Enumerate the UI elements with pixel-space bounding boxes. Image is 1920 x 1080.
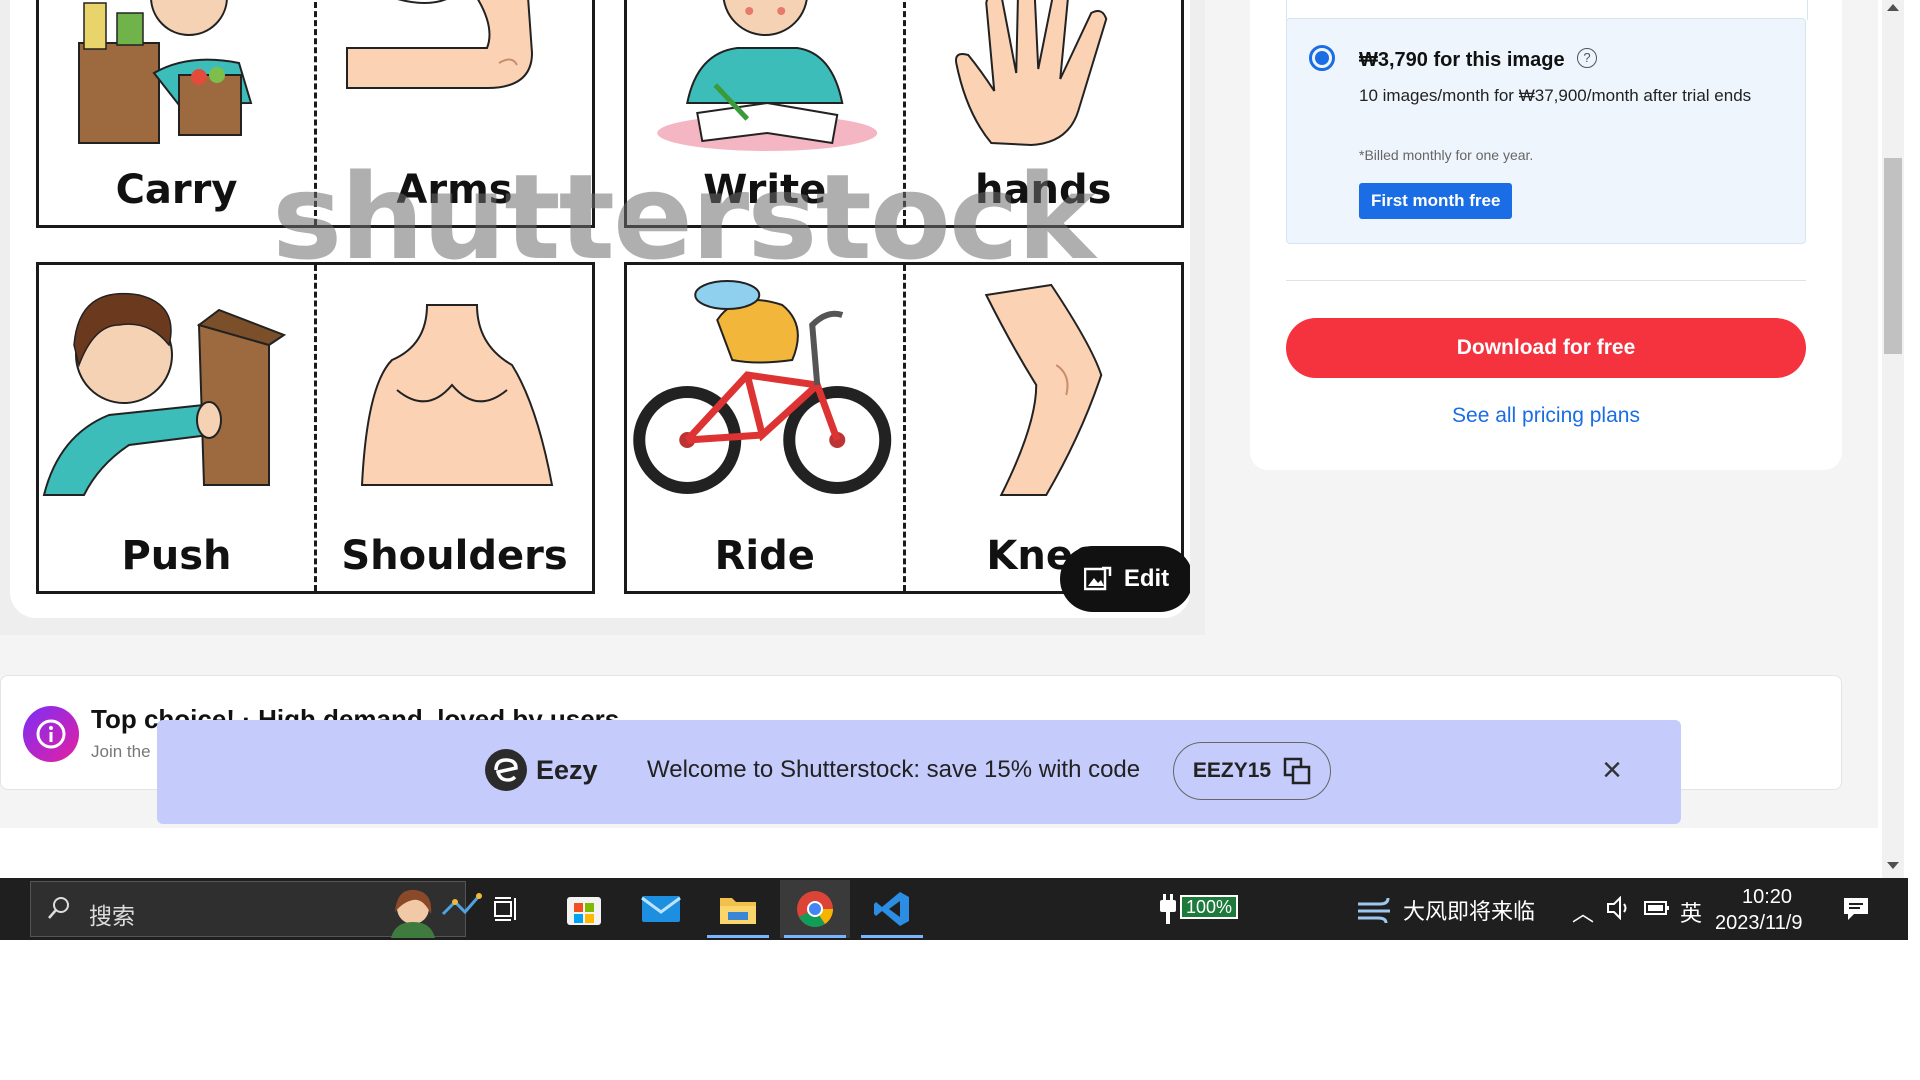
plan-radio[interactable] bbox=[1309, 45, 1335, 71]
running-indicator bbox=[784, 935, 846, 938]
folder-icon bbox=[720, 898, 756, 924]
vocab-card: Ride Knee bbox=[624, 262, 1184, 594]
first-month-free-badge[interactable]: First month free bbox=[1359, 183, 1513, 219]
download-button[interactable]: Download for free bbox=[1286, 318, 1806, 378]
scroll-thumb[interactable] bbox=[1884, 158, 1902, 354]
power-plug-icon bbox=[1160, 894, 1176, 924]
push-illustration bbox=[42, 292, 287, 496]
image-edit-icon bbox=[1083, 566, 1112, 591]
close-icon[interactable]: × bbox=[1597, 753, 1627, 787]
running-indicator bbox=[861, 935, 923, 938]
vocab-card: Push Shoulders bbox=[36, 262, 595, 594]
bicycle-illustration bbox=[633, 280, 892, 494]
task-view-button[interactable] bbox=[472, 880, 542, 938]
plan-description: 10 images/month for ₩37,900/month after … bbox=[1359, 86, 1752, 105]
carry-illustration bbox=[78, 0, 253, 144]
taskbar-file-explorer[interactable] bbox=[703, 880, 773, 938]
see-all-pricing-link[interactable]: See all pricing plans bbox=[1286, 404, 1806, 428]
running-indicator bbox=[707, 935, 769, 938]
vocab-word: hands bbox=[975, 167, 1112, 213]
vertical-scrollbar[interactable] bbox=[1882, 0, 1904, 878]
search-placeholder: 搜索 bbox=[89, 903, 135, 929]
vocab-word: Ride bbox=[714, 533, 815, 579]
image-preview: Carry Arms Write hands Push Shoulders Ri… bbox=[0, 0, 1205, 635]
notification-icon[interactable] bbox=[1842, 896, 1870, 922]
divider bbox=[1286, 280, 1806, 281]
vocab-cell: Knee bbox=[902, 265, 1182, 591]
taskbar-microsoft-store[interactable] bbox=[549, 880, 619, 938]
vocab-cell: Ride bbox=[627, 265, 903, 591]
volume-icon[interactable] bbox=[1606, 896, 1632, 920]
plan-option-single-image[interactable]: ₩3,790 for this image ? 10 images/month … bbox=[1286, 18, 1806, 244]
vocab-cell: Shoulders bbox=[314, 265, 592, 591]
chrome-icon bbox=[797, 891, 833, 927]
battery-icon[interactable] bbox=[1644, 898, 1670, 918]
write-illustration bbox=[657, 0, 878, 151]
eezy-brand: Eezy bbox=[536, 754, 598, 785]
battery-level[interactable]: 100% bbox=[1180, 895, 1238, 919]
chevron-up-icon[interactable]: ︿ bbox=[1572, 896, 1594, 928]
vocab-cell: Write bbox=[627, 0, 903, 225]
pricing-panel: ₩3,790 for this image ? 10 images/month … bbox=[1250, 0, 1842, 470]
vocab-word: Arms bbox=[396, 167, 513, 213]
top-choice-subtitle: Join the bbox=[91, 742, 151, 761]
shoulders-illustration bbox=[360, 304, 554, 486]
help-icon[interactable]: ? bbox=[1577, 48, 1597, 68]
vocab-word: Write bbox=[703, 167, 827, 213]
vocab-cell: hands bbox=[902, 0, 1182, 225]
taskbar-vscode[interactable] bbox=[857, 880, 927, 938]
taskbar-mail[interactable] bbox=[626, 880, 696, 938]
vocab-word: Carry bbox=[115, 167, 238, 213]
edit-label: Edit bbox=[1123, 565, 1170, 592]
copy-icon bbox=[1283, 757, 1311, 785]
promo-code-copy-button[interactable]: EEZY15 bbox=[1173, 742, 1331, 800]
weather-alert[interactable]: 大风即将来临 bbox=[1403, 894, 1535, 926]
scroll-up-arrow-icon[interactable] bbox=[1887, 4, 1899, 11]
taskbar-search-box[interactable]: 搜索 bbox=[30, 881, 482, 938]
eezy-logo-icon bbox=[485, 749, 527, 791]
promo-banner: Eezy Welcome to Shutterstock: save 15% w… bbox=[157, 720, 1681, 824]
promo-code: EEZY15 bbox=[1192, 759, 1272, 782]
vscode-icon bbox=[874, 892, 909, 926]
taskbar-chrome[interactable] bbox=[780, 880, 850, 938]
vocab-card: Carry Arms bbox=[36, 0, 595, 228]
vocab-word: Shoulders bbox=[341, 533, 568, 579]
task-view-icon bbox=[494, 897, 516, 921]
top-choice-icon bbox=[23, 706, 79, 762]
knee-illustration bbox=[984, 283, 1102, 496]
edit-button[interactable]: Edit bbox=[1060, 546, 1190, 612]
ime-indicator[interactable]: 英 bbox=[1680, 896, 1702, 928]
windows-taskbar: 搜索 100% 大风即将来临 ︿ 英 10:20 2023/11/9 bbox=[0, 878, 1908, 940]
plan-divider bbox=[1286, 0, 1808, 20]
promo-message: Welcome to Shutterstock: save 15% with c… bbox=[647, 756, 1141, 783]
wind-weather-icon bbox=[1358, 897, 1390, 924]
scroll-down-arrow-icon[interactable] bbox=[1887, 862, 1899, 869]
preview-card: Carry Arms Write hands Push Shoulders Ri… bbox=[10, 0, 1190, 618]
vocab-word: Push bbox=[121, 533, 232, 579]
arms-illustration bbox=[346, 0, 534, 89]
plan-price: ₩3,790 for this image bbox=[1359, 49, 1565, 71]
mail-icon bbox=[641, 896, 681, 922]
vocab-cell: Push bbox=[39, 265, 314, 591]
clock-date[interactable]: 2023/11/9 bbox=[1715, 912, 1803, 935]
microsoft-store-icon bbox=[567, 897, 601, 925]
clock-time[interactable]: 10:20 bbox=[1742, 886, 1792, 909]
vocab-card: Write hands bbox=[624, 0, 1184, 228]
vocab-cell: Arms bbox=[314, 0, 592, 225]
browser-viewport: Carry Arms Write hands Push Shoulders Ri… bbox=[0, 0, 1878, 828]
vocab-cell: Carry bbox=[39, 0, 314, 225]
billing-note: *Billed monthly for one year. bbox=[1359, 147, 1534, 163]
eezy-logo: Eezy bbox=[484, 748, 598, 792]
radio-selected-dot bbox=[1315, 51, 1329, 65]
search-icon bbox=[48, 897, 69, 919]
hand-illustration bbox=[954, 0, 1107, 147]
info-badge-icon bbox=[36, 719, 66, 749]
